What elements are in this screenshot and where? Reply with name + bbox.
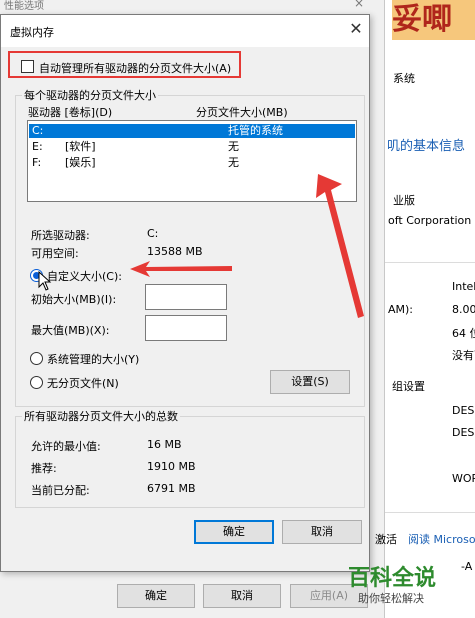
min-allowed-value: 16 MB	[147, 438, 182, 451]
drive-label: [软件]	[65, 140, 96, 153]
system-text: DESK	[452, 404, 475, 417]
ok-button[interactable]: 确定	[194, 520, 274, 544]
per-drive-group-label: 每个驱动器的分页文件大小	[22, 87, 158, 103]
annotation-arrow-up	[316, 174, 364, 318]
max-size-label: 最大值(MB)(X):	[31, 324, 110, 337]
max-size-input[interactable]	[145, 315, 227, 341]
recommended-value: 1910 MB	[147, 460, 196, 473]
drive-row-f[interactable]: F: [娱乐] 无	[29, 156, 355, 170]
custom-size-label[interactable]: 自定义大小(C):	[47, 268, 122, 284]
system-managed-radio[interactable]	[30, 352, 43, 365]
system-text: 业版	[393, 194, 415, 207]
no-paging-label[interactable]: 无分页文件(N)	[47, 375, 119, 391]
drive-letter: F:	[32, 156, 42, 169]
divider	[385, 512, 475, 513]
mouse-cursor-icon	[38, 271, 52, 291]
activation-link[interactable]: 阅读 Microso	[408, 531, 475, 547]
system-basic-info-heading: 叽的基本信息	[387, 139, 466, 154]
initial-size-label: 初始大小(MB)(I):	[31, 293, 117, 306]
set-button[interactable]: 设置(S)	[270, 370, 350, 394]
drive-size: 无	[228, 156, 239, 169]
drive-letter: E:	[32, 140, 43, 153]
system-text: 8.00	[452, 303, 475, 316]
totals-group-label: 所有驱动器分页文件大小的总数	[22, 408, 180, 424]
dialog-titlebar: 虚拟内存 ✕	[1, 15, 369, 47]
system-text: WOR	[452, 472, 475, 485]
min-allowed-label: 允许的最小值:	[31, 440, 101, 453]
watermark-logo: 百科全说	[348, 566, 437, 591]
system-text: 没有可	[452, 349, 475, 362]
drive-size: 托管的系统	[228, 124, 283, 137]
initial-size-input[interactable]	[145, 284, 227, 310]
allocated-value: 6791 MB	[147, 482, 196, 495]
system-text: 64 位	[452, 327, 475, 340]
system-text: 系统	[393, 72, 415, 85]
column-header-drive: 驱动器 [卷标](D)	[28, 106, 113, 119]
selected-drive-label: 所选驱动器:	[31, 229, 90, 242]
free-space-value: 13588 MB	[147, 245, 203, 258]
no-paging-radio[interactable]	[30, 376, 43, 389]
activation-text: 激活	[375, 533, 397, 546]
system-text: oft Corporation	[388, 214, 472, 227]
selected-drive-value: C:	[147, 227, 159, 240]
free-space-label: 可用空间:	[31, 247, 79, 260]
system-text: 组设置	[392, 380, 425, 393]
perf-ok-button[interactable]: 确定	[117, 584, 195, 608]
system-managed-label[interactable]: 系统管理的大小(Y)	[47, 351, 139, 367]
system-text: DESK	[452, 426, 475, 439]
drive-size: 无	[228, 140, 239, 153]
system-text: Intel	[452, 280, 475, 293]
divider	[385, 262, 475, 263]
drive-label: [娱乐]	[65, 156, 96, 169]
watermark-slogan: 助你轻松解决	[358, 592, 424, 605]
system-text: -A	[461, 560, 473, 573]
cancel-button[interactable]: 取消	[282, 520, 362, 544]
drive-row-c[interactable]: C: 托管的系统	[29, 124, 355, 138]
performance-options-close-icon[interactable]: ×	[354, 0, 364, 10]
annotation-highlight-box	[8, 51, 241, 78]
drive-letter: C:	[32, 124, 44, 137]
close-icon[interactable]: ✕	[346, 19, 366, 38]
column-header-size: 分页文件大小(MB)	[196, 106, 288, 119]
dialog-title: 虚拟内存	[10, 26, 54, 39]
performance-options-title: 性能选项	[4, 1, 44, 12]
perf-cancel-button[interactable]: 取消	[203, 584, 281, 608]
allocated-label: 当前已分配:	[31, 484, 90, 497]
system-text: AM):	[388, 303, 414, 316]
drive-row-e[interactable]: E: [软件] 无	[29, 140, 355, 154]
decorative-banner: 妥唧	[392, 0, 475, 40]
annotation-arrow-left	[130, 261, 232, 277]
drive-list[interactable]: C: 托管的系统 E: [软件] 无 F: [娱乐] 无	[27, 120, 357, 202]
recommended-label: 推荐:	[31, 462, 57, 475]
